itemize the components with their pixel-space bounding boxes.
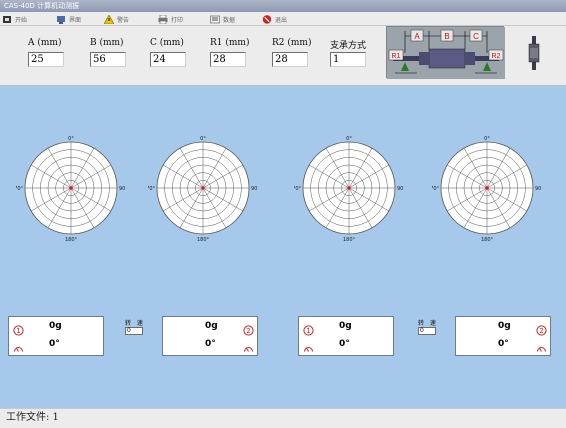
speed-input-2[interactable]: 0 — [418, 327, 436, 335]
param-a-label: A (mm) — [28, 38, 62, 48]
exit-button[interactable]: 退出 — [262, 13, 287, 25]
status-bar: 工作文件: 1 — [0, 408, 566, 428]
angle-icon — [243, 339, 254, 352]
polar-angle-label-top: 0° — [484, 136, 490, 142]
unbalance-angle: 0° — [205, 339, 216, 349]
polar-angle-label-top: 0° — [346, 136, 352, 142]
param-b-label: B (mm) — [90, 38, 124, 48]
data-button[interactable]: 数据 — [210, 13, 235, 25]
diagram-r1-label: R1 — [392, 53, 401, 60]
polar-plot-2: 0° 90° 180° 270° — [143, 133, 260, 243]
polar-plot-1: 0° 90° 180° 270° — [11, 133, 128, 243]
start-icon — [2, 15, 12, 24]
svg-text:1: 1 — [306, 327, 310, 335]
polar-angle-label-bottom: 180° — [197, 237, 210, 243]
polar-grid: 0° 90° 180° 270° — [143, 136, 260, 243]
unbalance-point — [69, 186, 73, 190]
param-c-input[interactable]: 24 — [150, 52, 186, 67]
svg-text:2: 2 — [539, 327, 543, 335]
param-support-label: 支承方式 — [330, 41, 367, 51]
result-box-4: 0g 2 0° — [455, 316, 551, 356]
unbalance-point — [485, 186, 489, 190]
param-r1-input[interactable]: 28 — [210, 52, 246, 67]
unbalance-angle: 0° — [339, 339, 350, 349]
screen-icon — [56, 15, 66, 24]
speed-label-2: 转 速 — [418, 320, 438, 327]
warning-label: 警告 — [117, 16, 130, 24]
result-box-3: 1 0g 0° — [298, 316, 394, 356]
unbalance-angle: 0° — [498, 339, 509, 349]
warning-button[interactable]: 警告 — [103, 13, 130, 25]
data-icon — [210, 15, 220, 24]
param-b-input[interactable]: 56 — [90, 52, 126, 67]
result-box-2: 0g 2 0° — [162, 316, 258, 356]
start-button[interactable]: 开始 — [2, 13, 27, 25]
plane-2-icon: 2 — [536, 321, 547, 336]
diagram-b-label: B — [444, 32, 449, 41]
result-box-1: 1 0g 0° — [8, 316, 104, 356]
param-support-input[interactable]: 1 — [330, 52, 366, 67]
polar-angle-label-top: 0° — [200, 136, 206, 142]
angle-icon — [13, 339, 24, 352]
polar-angle-label-right: 90° — [397, 186, 404, 192]
diagram-a-label: A — [414, 32, 420, 41]
svg-text:1: 1 — [16, 327, 20, 335]
unbalance-amount: 0g — [49, 321, 62, 331]
diagram-c-label: C — [473, 32, 479, 41]
exit-icon — [262, 14, 272, 24]
exit-label: 退出 — [275, 16, 288, 24]
polar-angle-label-top: 0° — [68, 136, 74, 142]
polar-angle-label-left: 270° — [16, 186, 23, 192]
plane-2-icon: 2 — [243, 321, 254, 336]
diagram-r2-label: R2 — [492, 53, 501, 60]
warning-icon — [103, 13, 115, 24]
polar-angle-label-right: 90° — [119, 186, 126, 192]
angle-icon — [536, 339, 547, 352]
unbalance-amount: 0g — [339, 321, 352, 331]
print-label: 打印 — [171, 16, 184, 24]
polar-angle-label-left: 270° — [432, 186, 439, 192]
window-title: CAS-40D 计算机动测振 — [0, 0, 566, 12]
print-button[interactable]: 打印 — [158, 13, 183, 25]
unbalance-amount: 0g — [498, 321, 511, 331]
plane-1-icon: 1 — [13, 321, 24, 336]
unbalance-point — [201, 186, 205, 190]
print-icon — [158, 14, 168, 24]
unbalance-angle: 0° — [49, 339, 60, 349]
speed-label-1: 转 速 — [125, 320, 145, 327]
polar-grid: 0° 90° 180° 270° — [289, 136, 406, 243]
param-c-label: C (mm) — [150, 38, 184, 48]
polar-angle-label-bottom: 180° — [481, 237, 494, 243]
param-r2-label: R2 (mm) — [272, 38, 312, 48]
speed-input-1[interactable]: 0 — [125, 327, 143, 335]
angle-icon — [303, 339, 314, 352]
start-label: 开始 — [15, 16, 28, 24]
unbalance-amount: 0g — [205, 321, 218, 331]
polar-angle-label-bottom: 180° — [343, 237, 356, 243]
data-label: 数据 — [223, 16, 236, 24]
polar-grid: 0° 90° 180° 270° — [11, 136, 128, 243]
plane-1-icon: 1 — [303, 321, 314, 336]
unbalance-point — [347, 186, 351, 190]
param-r1-label: R1 (mm) — [210, 38, 250, 48]
toolbar: 开始 界面 警告 打印 数据 退出 — [0, 12, 566, 26]
rotor-side-icon — [528, 36, 540, 70]
param-r2-input[interactable]: 28 — [272, 52, 308, 67]
polar-plot-4: 0° 90° 180° 270° — [427, 133, 544, 243]
polar-angle-label-left: 270° — [294, 186, 301, 192]
polar-grid: 0° 90° 180° 270° — [427, 136, 544, 243]
polar-angle-label-right: 90° — [251, 186, 258, 192]
polar-angle-label-bottom: 180° — [65, 237, 78, 243]
param-a-input[interactable]: 25 — [28, 52, 64, 67]
polar-angle-label-left: 270° — [148, 186, 155, 192]
polar-angle-label-right: 90° — [535, 186, 542, 192]
rotor-diagram-graphic: A B C R1 R2 — [387, 27, 505, 79]
svg-text:2: 2 — [246, 327, 250, 335]
rotor-diagram: A B C R1 R2 — [386, 26, 505, 79]
screen-button[interactable]: 界面 — [56, 13, 81, 25]
polar-plot-3: 0° 90° 180° 270° — [289, 133, 406, 243]
screen-label: 界面 — [69, 16, 82, 24]
